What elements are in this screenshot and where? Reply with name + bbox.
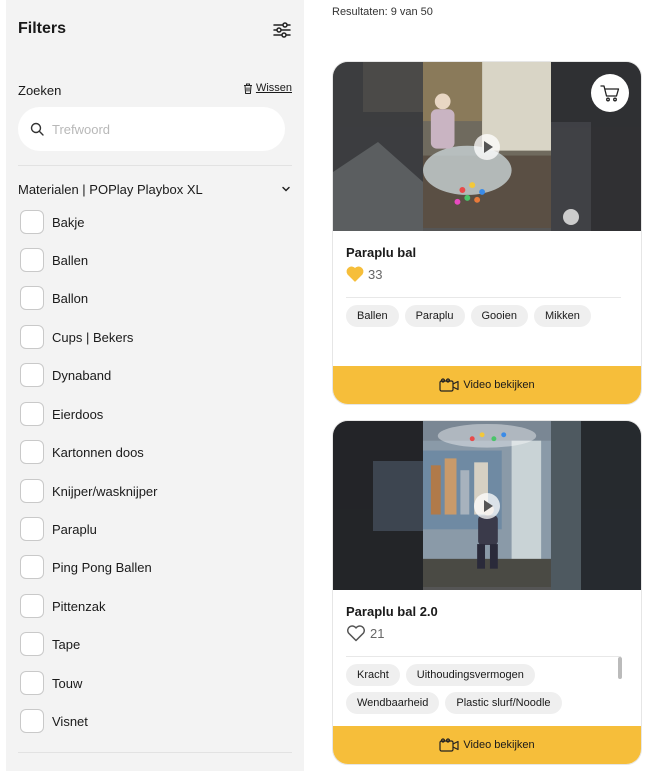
- checkbox[interactable]: [20, 632, 44, 656]
- cart-icon: [600, 85, 620, 102]
- exercise-card[interactable]: Paraplu bal 2.0 21 Kracht Uithoudingsver…: [332, 420, 642, 765]
- checkbox[interactable]: [20, 555, 44, 579]
- video-side-blur: [333, 62, 423, 231]
- divider: [18, 165, 292, 166]
- tag[interactable]: Ballen: [346, 305, 399, 327]
- exercise-card[interactable]: Paraplu bal 33 Ballen Paraplu Gooien Mik…: [332, 61, 642, 405]
- video-camera-icon: [439, 378, 459, 392]
- materials-section-toggle[interactable]: Materialen | POPlay Playbox XL: [18, 181, 292, 199]
- tag-list: Ballen Paraplu Gooien Mikken: [346, 305, 615, 327]
- option-cups-bekers[interactable]: Cups | Bekers: [20, 323, 280, 351]
- tag[interactable]: Plastic slurf/Noodle: [445, 692, 562, 714]
- option-ballen[interactable]: Ballen: [20, 246, 280, 274]
- option-dynaband[interactable]: Dynaband: [20, 361, 280, 389]
- checkbox[interactable]: [20, 517, 44, 541]
- option-label: Knijper/wasknijper: [52, 483, 158, 499]
- search-icon: [30, 122, 44, 136]
- option-ping-pong-ballen[interactable]: Ping Pong Ballen: [20, 553, 280, 581]
- checkbox[interactable]: [20, 248, 44, 272]
- like-button[interactable]: 21: [346, 625, 384, 642]
- option-label: Ping Pong Ballen: [52, 559, 152, 575]
- tag-scrollbar[interactable]: [618, 657, 622, 679]
- option-touw[interactable]: Touw: [20, 669, 280, 697]
- option-visnet[interactable]: Visnet: [20, 707, 280, 735]
- tag[interactable]: Uithoudingsvermogen: [405, 664, 535, 686]
- divider: [18, 752, 292, 753]
- option-pittenzak[interactable]: Pittenzak: [20, 592, 280, 620]
- sliders-icon[interactable]: [272, 20, 292, 40]
- divider: [346, 656, 621, 657]
- option-label: Cups | Bekers: [52, 329, 134, 345]
- clear-filters-link[interactable]: Wissen: [243, 82, 292, 94]
- video-thumbnail[interactable]: [333, 62, 641, 231]
- card-title: Paraplu bal: [346, 245, 417, 260]
- play-icon[interactable]: [474, 492, 500, 519]
- option-bakje[interactable]: Bakje: [20, 208, 280, 236]
- tag[interactable]: Wendbaarheid: [346, 692, 440, 714]
- result-count: Resultaten: 9 van 50: [332, 6, 433, 18]
- search-label: Zoeken: [18, 83, 62, 98]
- option-label: Eierdoos: [52, 406, 104, 422]
- option-label: Dynaband: [52, 367, 112, 383]
- divider: [346, 297, 621, 298]
- checkbox[interactable]: [20, 363, 44, 387]
- tag[interactable]: Gooien: [470, 305, 528, 327]
- option-label: Bakje: [52, 214, 85, 230]
- option-kartonnen-doos[interactable]: Kartonnen doos: [20, 438, 280, 466]
- checkbox[interactable]: [20, 671, 44, 695]
- like-button[interactable]: 33: [346, 266, 382, 282]
- search-box: [18, 107, 285, 151]
- sidebar-header: Filters: [18, 20, 292, 44]
- chevron-down-icon: [282, 186, 290, 192]
- option-tape[interactable]: Tape: [20, 630, 280, 658]
- checkbox[interactable]: [20, 594, 44, 618]
- watch-video-button[interactable]: Video bekijken: [333, 726, 641, 764]
- checkbox[interactable]: [20, 479, 44, 503]
- checkbox[interactable]: [20, 440, 44, 464]
- option-label: Tape: [52, 636, 81, 652]
- option-label: Ballen: [52, 252, 89, 268]
- tag[interactable]: Kracht: [346, 664, 400, 686]
- watch-video-label: Video bekijken: [463, 379, 535, 391]
- search-row: Zoeken Wissen: [18, 82, 292, 98]
- video-thumbnail[interactable]: [333, 421, 641, 590]
- tag[interactable]: Mikken: [533, 305, 591, 327]
- video-camera-icon: [439, 738, 459, 752]
- option-label: Kartonnen doos: [52, 444, 144, 460]
- checkbox[interactable]: [20, 286, 44, 310]
- clear-label: Wissen: [255, 82, 292, 94]
- video-side-blur: [551, 421, 641, 590]
- option-label: Touw: [52, 675, 83, 691]
- watch-video-label: Video bekijken: [463, 739, 535, 751]
- option-label: Paraplu: [52, 521, 97, 537]
- trash-icon: [243, 83, 252, 94]
- section-title: Materialen | POPlay Playbox XL: [18, 182, 203, 197]
- add-to-cart-button[interactable]: [591, 74, 629, 112]
- heart-outline-icon: [347, 625, 365, 642]
- option-label: Pittenzak: [52, 598, 106, 614]
- video-side-blur: [333, 421, 423, 590]
- option-label: Visnet: [52, 713, 88, 729]
- option-knijper[interactable]: Knijper/wasknijper: [20, 477, 280, 505]
- heart-filled-icon: [346, 266, 364, 282]
- checkbox[interactable]: [20, 210, 44, 234]
- page: Filters Zoeken Wissen Trefwoord Material…: [0, 0, 653, 771]
- sidebar-title: Filters: [18, 20, 67, 37]
- option-eierdoos[interactable]: Eierdoos: [20, 400, 280, 428]
- tag-list: Kracht Uithoudingsvermogen Wendbaarheid …: [346, 664, 615, 714]
- watch-video-button[interactable]: Video bekijken: [333, 366, 641, 404]
- option-label: Ballon: [52, 290, 89, 306]
- checkbox[interactable]: [20, 709, 44, 733]
- like-count: 33: [368, 266, 383, 282]
- checkbox[interactable]: [20, 402, 44, 426]
- search-input[interactable]: [52, 121, 252, 137]
- play-icon[interactable]: [474, 133, 500, 160]
- tag[interactable]: Paraplu: [404, 305, 465, 327]
- option-ballon[interactable]: Ballon: [20, 284, 280, 312]
- option-paraplu[interactable]: Paraplu: [20, 515, 280, 543]
- checkbox[interactable]: [20, 325, 44, 349]
- like-count: 21: [370, 626, 385, 641]
- card-title: Paraplu bal 2.0: [346, 604, 438, 619]
- filter-sidebar: Filters Zoeken Wissen Trefwoord Material…: [6, 0, 304, 771]
